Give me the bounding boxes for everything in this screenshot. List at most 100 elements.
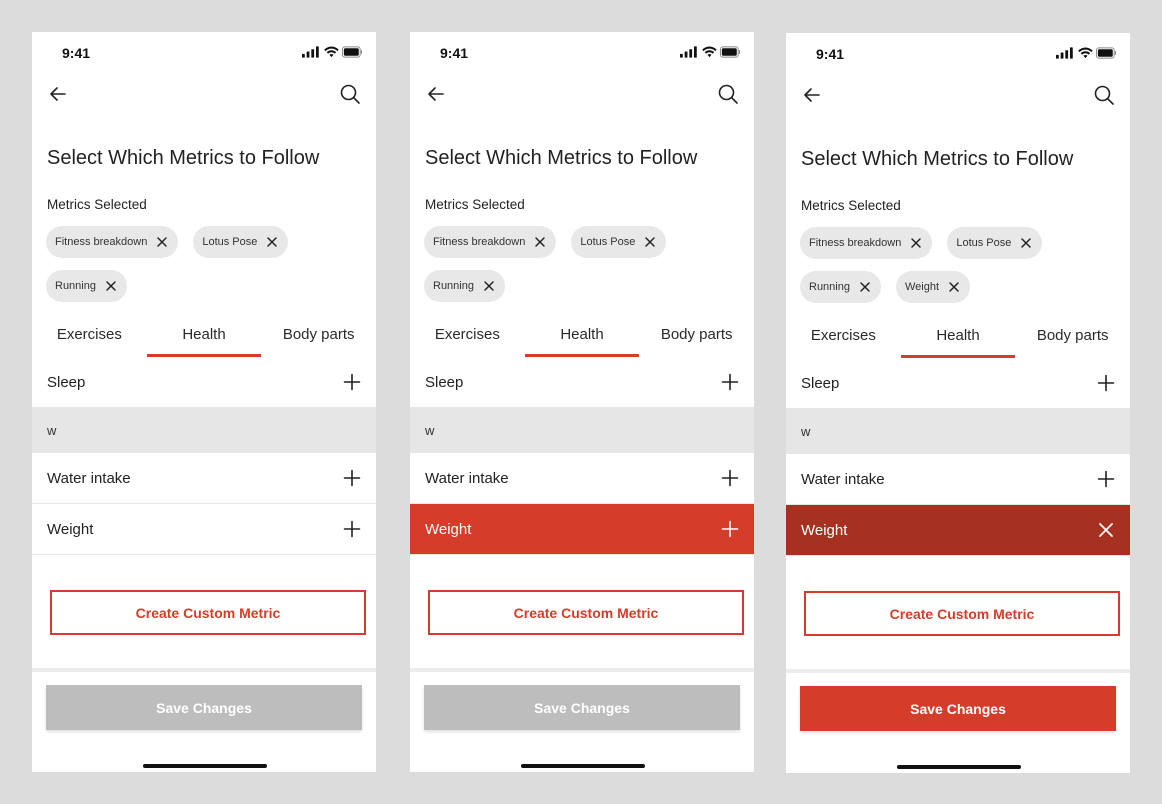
- search-icon[interactable]: [1092, 83, 1120, 111]
- plus-icon[interactable]: [721, 520, 739, 538]
- home-indicator: [521, 764, 645, 768]
- phone-screen-2: 9:41 Select Which Metrics to Follow Metric…: [410, 32, 754, 772]
- metric-row[interactable]: Weight: [410, 504, 754, 555]
- status-time: 9:41: [816, 46, 845, 62]
- chip-label: Lotus Pose: [956, 237, 1012, 249]
- chip-remove-icon[interactable]: [859, 281, 871, 293]
- metric-row[interactable]: Sleep: [410, 357, 754, 408]
- status-time: 9:41: [440, 45, 469, 61]
- metric-chip: Fitness breakdown: [46, 226, 179, 258]
- selected-metrics-chips: Fitness breakdown Lotus Pose Running: [424, 226, 744, 302]
- back-arrow-icon[interactable]: [46, 82, 74, 110]
- selected-metrics-chips: Fitness breakdown Lotus Pose Running: [46, 226, 366, 302]
- create-custom-metric-button[interactable]: Create Custom Metric: [428, 590, 744, 635]
- cellular-signal-icon: [680, 46, 697, 58]
- metric-label: Sleep: [425, 373, 464, 391]
- tab-exercises[interactable]: Exercises: [410, 314, 525, 357]
- chip-label: Weight: [904, 281, 940, 293]
- search-icon[interactable]: [716, 82, 744, 110]
- create-custom-metric-button[interactable]: Create Custom Metric: [50, 590, 366, 635]
- create-custom-metric-button[interactable]: Create Custom Metric: [804, 591, 1120, 636]
- tab-exercises[interactable]: Exercises: [786, 315, 901, 358]
- footer-divider: [410, 668, 754, 672]
- plus-icon[interactable]: [721, 469, 739, 487]
- metric-list: Sleep w Water intake Weight: [410, 357, 754, 555]
- status-bar: 9:41: [32, 32, 376, 72]
- battery-icon: [341, 46, 362, 58]
- plus-icon[interactable]: [1097, 374, 1115, 392]
- tab-body-parts[interactable]: Body parts: [261, 314, 376, 357]
- search-icon[interactable]: [338, 82, 366, 110]
- metric-row[interactable]: Sleep: [32, 357, 376, 408]
- plus-icon[interactable]: [343, 520, 361, 538]
- status-icons: [302, 45, 362, 59]
- plus-icon[interactable]: [721, 373, 739, 391]
- metric-list: Sleep w Water intake Weight: [32, 357, 376, 555]
- save-changes-button[interactable]: Save Changes: [424, 685, 740, 730]
- metric-label: Water intake: [801, 470, 885, 488]
- chip-label: Lotus Pose: [580, 236, 636, 248]
- chip-remove-icon[interactable]: [644, 236, 656, 248]
- phone-screen-1: 9:41 Select Which Metrics to Follow Metric…: [32, 32, 376, 772]
- tab-body-parts[interactable]: Body parts: [639, 314, 754, 357]
- chip-remove-icon[interactable]: [266, 236, 278, 248]
- category-tabs: Exercises Health Body parts: [32, 314, 376, 357]
- chip-remove-icon[interactable]: [910, 237, 922, 249]
- metric-label: Weight: [47, 520, 94, 538]
- app-bar: [32, 80, 376, 112]
- metric-chip: Running: [800, 271, 881, 303]
- save-changes-button[interactable]: Save Changes: [800, 686, 1116, 731]
- metric-row[interactable]: Water intake: [786, 454, 1130, 505]
- chip-remove-icon[interactable]: [105, 280, 117, 292]
- chip-remove-icon[interactable]: [483, 280, 495, 292]
- app-bar: [410, 80, 754, 112]
- footer-divider: [786, 669, 1130, 673]
- plus-icon[interactable]: [343, 373, 361, 391]
- category-tabs: Exercises Health Body parts: [786, 315, 1130, 358]
- plus-icon[interactable]: [343, 469, 361, 487]
- chip-remove-icon[interactable]: [534, 236, 546, 248]
- chip-remove-icon[interactable]: [948, 281, 960, 293]
- tab-exercises[interactable]: Exercises: [32, 314, 147, 357]
- metric-row[interactable]: Weight: [786, 505, 1130, 556]
- wifi-icon: [701, 46, 717, 58]
- metric-chip: Weight: [895, 271, 971, 303]
- metric-chip: Fitness breakdown: [424, 226, 557, 258]
- search-query-row: w: [410, 408, 754, 453]
- app-bar: [786, 81, 1130, 113]
- save-changes-button[interactable]: Save Changes: [46, 685, 362, 730]
- chip-label: Running: [809, 281, 850, 293]
- metric-chip: Lotus Pose: [571, 226, 667, 258]
- metric-row[interactable]: Weight: [32, 504, 376, 555]
- chip-label: Lotus Pose: [202, 236, 258, 248]
- cellular-signal-icon: [1056, 47, 1073, 59]
- metric-chip: Running: [46, 270, 127, 302]
- chip-label: Fitness breakdown: [433, 236, 526, 248]
- metric-row[interactable]: Water intake: [410, 453, 754, 504]
- back-arrow-icon[interactable]: [800, 83, 828, 111]
- plus-icon[interactable]: [1097, 470, 1115, 488]
- metric-row[interactable]: Water intake: [32, 453, 376, 504]
- tab-health[interactable]: Health: [146, 314, 262, 357]
- tab-health[interactable]: Health: [900, 315, 1016, 358]
- back-arrow-icon[interactable]: [424, 82, 452, 110]
- cellular-signal-icon: [302, 46, 319, 58]
- metric-label: Water intake: [47, 469, 131, 487]
- metrics-selected-label: Metrics Selected: [801, 198, 901, 213]
- metric-label: Weight: [425, 520, 472, 538]
- metric-label: w: [425, 423, 435, 438]
- phone-screen-3: 9:41 Select Which Metrics to Follow Metric…: [786, 33, 1130, 773]
- footer-divider: [32, 668, 376, 672]
- tab-body-parts[interactable]: Body parts: [1015, 315, 1130, 358]
- metric-row[interactable]: Sleep: [786, 358, 1130, 409]
- battery-icon: [719, 46, 740, 58]
- metric-label: w: [801, 424, 811, 439]
- wifi-icon: [323, 46, 339, 58]
- close-icon[interactable]: [1097, 521, 1115, 539]
- wifi-icon: [1077, 47, 1093, 59]
- status-bar: 9:41: [786, 33, 1130, 73]
- tab-health[interactable]: Health: [524, 314, 640, 357]
- metric-chip: Running: [424, 270, 505, 302]
- chip-remove-icon[interactable]: [1020, 237, 1032, 249]
- chip-remove-icon[interactable]: [156, 236, 168, 248]
